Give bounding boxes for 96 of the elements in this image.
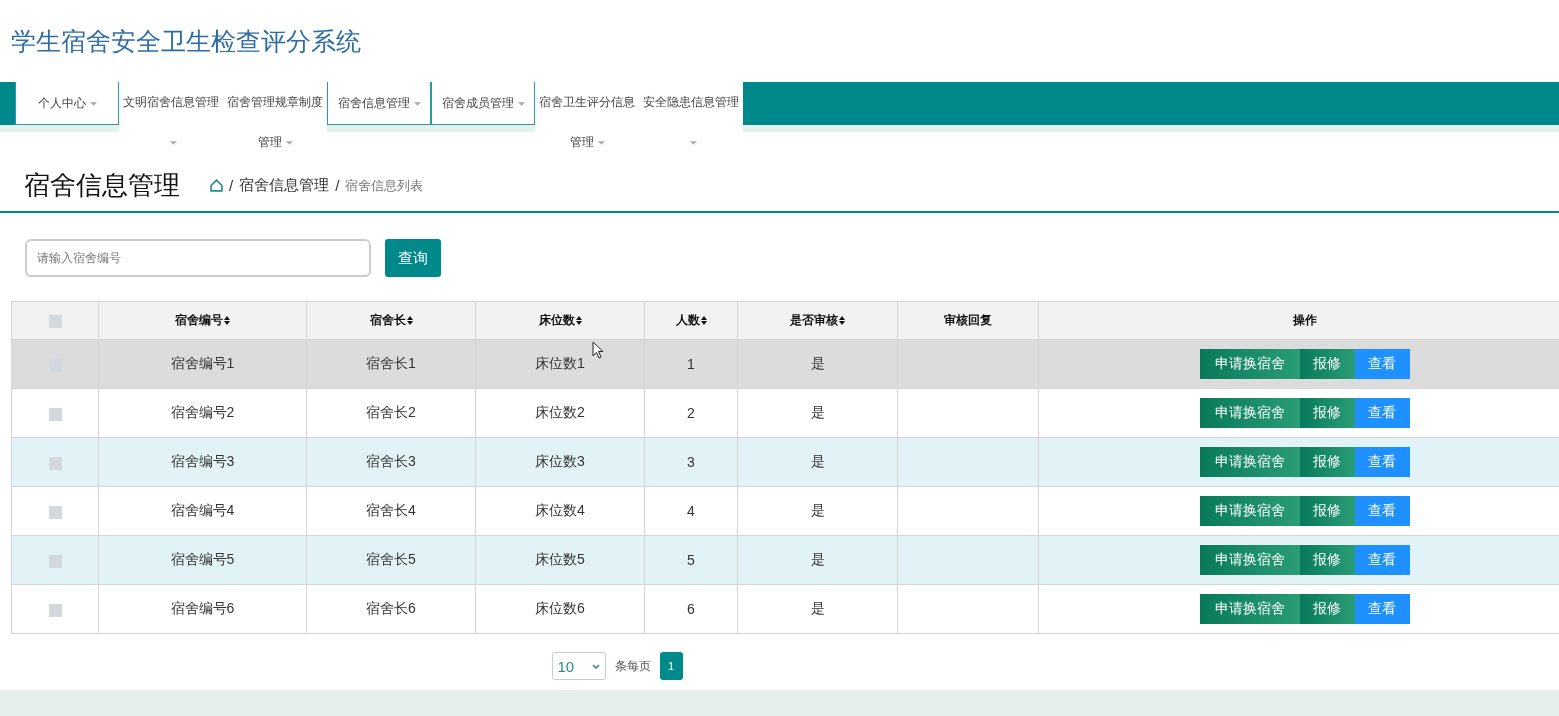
apply-button[interactable]: 申请换宿舍 [1199, 545, 1300, 575]
table-cell: 宿舍编号3 [170, 453, 235, 469]
table-row[interactable]: 宿舍编号4 宿舍长4 床位数4 4 是 申请换宿舍 报修 查看 [11, 486, 1559, 536]
table-cell: 宿舍长4 [366, 502, 416, 518]
search-field[interactable]: 请输入宿舍编号 [25, 239, 371, 277]
table-cell: 是 [810, 355, 825, 371]
page-button[interactable]: 1 [659, 652, 683, 680]
row-checkbox[interactable] [48, 407, 62, 421]
caret-icon [517, 101, 525, 106]
sort-icon[interactable] [224, 316, 230, 326]
table-cell: 宿舍编号5 [170, 551, 235, 567]
nav-menu-item[interactable]: 个人中心 [15, 82, 119, 125]
view-button[interactable]: 查看 [1354, 349, 1410, 379]
caret-icon [169, 140, 177, 145]
view-button[interactable]: 查看 [1354, 496, 1410, 526]
view-button[interactable]: 查看 [1354, 545, 1410, 575]
column-header[interactable]: 是否审核 [790, 313, 838, 327]
page-title: 宿舍信息管理 [24, 169, 180, 202]
column-header: 操作 [1292, 313, 1317, 327]
table-cell: 床位数5 [535, 551, 585, 567]
nav-menu-item[interactable]: 宿舍信息管理 [327, 82, 431, 125]
table-cell: 床位数3 [535, 453, 585, 469]
column-header[interactable]: 床位数 [538, 313, 575, 327]
row-checkbox[interactable] [48, 603, 62, 617]
table-row[interactable]: 宿舍编号3 宿舍长3 床位数3 3 是 申请换宿舍 报修 查看 [11, 437, 1559, 487]
caret-icon [89, 101, 97, 106]
breadcrumb-item[interactable]: 宿舍信息管理 [239, 176, 330, 195]
table-cell: 床位数4 [535, 502, 585, 518]
mouse-pointer-icon [592, 341, 604, 359]
table-cell: 是 [810, 502, 825, 518]
caret-icon [689, 140, 697, 145]
view-button[interactable]: 查看 [1354, 447, 1410, 477]
apply-button[interactable]: 申请换宿舍 [1199, 398, 1300, 428]
per-page-label: 条每页 [614, 657, 651, 675]
page-size-select[interactable]: 10 [551, 652, 606, 680]
table-cell: 宿舍长2 [366, 404, 416, 420]
table-cell: 是 [810, 551, 825, 567]
table-cell: 宿舍长1 [366, 355, 416, 371]
apply-button[interactable]: 申请换宿舍 [1199, 447, 1300, 477]
table-cell: 床位数6 [535, 600, 585, 616]
repair-button[interactable]: 报修 [1299, 398, 1355, 428]
table-cell: 4 [687, 503, 695, 519]
repair-button[interactable]: 报修 [1299, 545, 1355, 575]
search-button[interactable]: 查询 [385, 239, 441, 277]
sort-icon[interactable] [839, 316, 845, 326]
breadcrumb-item: 宿舍信息列表 [345, 176, 424, 195]
table-cell: 是 [810, 453, 825, 469]
repair-button[interactable]: 报修 [1299, 349, 1355, 379]
table-cell: 2 [687, 405, 695, 421]
apply-button[interactable]: 申请换宿舍 [1199, 496, 1300, 526]
sort-icon[interactable] [700, 316, 707, 326]
table-cell: 宿舍长6 [366, 600, 416, 616]
table-row[interactable]: 宿舍编号2 宿舍长2 床位数2 2 是 申请换宿舍 报修 查看 [11, 388, 1559, 438]
caret-icon [285, 140, 293, 145]
row-checkbox[interactable] [48, 505, 62, 519]
repair-button[interactable]: 报修 [1299, 594, 1355, 624]
table-cell: 3 [687, 454, 695, 470]
table-cell: 6 [687, 601, 695, 617]
repair-button[interactable]: 报修 [1299, 496, 1355, 526]
table-cell: 床位数2 [535, 404, 585, 420]
table-cell: 宿舍编号2 [170, 404, 235, 420]
table-cell: 宿舍长3 [366, 453, 416, 469]
table-cell: 宿舍编号1 [170, 355, 235, 371]
table-cell: 1 [687, 356, 695, 372]
breadcrumb-separator: / [335, 177, 340, 194]
table-cell: 是 [810, 600, 825, 616]
table-row[interactable]: 宿舍编号6 宿舍长6 床位数6 6 是 申请换宿舍 报修 查看 [11, 584, 1559, 634]
table-cell: 宿舍编号6 [170, 600, 235, 616]
view-button[interactable]: 查看 [1354, 398, 1410, 428]
column-header: 审核回复 [944, 313, 992, 327]
view-button[interactable]: 查看 [1354, 594, 1410, 624]
table-cell: 是 [810, 404, 825, 420]
apply-button[interactable]: 申请换宿舍 [1199, 594, 1300, 624]
table-cell: 床位数1 [535, 355, 585, 371]
caret-icon [413, 101, 421, 106]
sort-icon[interactable] [575, 316, 582, 326]
nav-menu-item[interactable]: 宿舍成员管理 [431, 82, 535, 125]
column-header[interactable]: 宿舍编号 [175, 313, 223, 327]
table-row[interactable]: 宿舍编号1 宿舍长1 床位数1 1 是 申请换宿舍 报修 查看 [11, 339, 1559, 389]
breadcrumb-separator: / [229, 177, 234, 194]
home-icon[interactable] [210, 179, 223, 192]
app-title: 学生宿舍安全卫生检查评分系统 [11, 25, 361, 57]
select-all-checkbox[interactable] [48, 314, 62, 328]
sort-icon[interactable] [406, 316, 413, 326]
table-row[interactable]: 宿舍编号5 宿舍长5 床位数5 5 是 申请换宿舍 报修 查看 [11, 535, 1559, 585]
row-checkbox[interactable] [48, 554, 62, 568]
column-header[interactable]: 人数 [675, 313, 700, 327]
apply-button[interactable]: 申请换宿舍 [1199, 349, 1300, 379]
caret-icon [597, 140, 605, 145]
row-checkbox[interactable] [48, 456, 62, 470]
table-cell: 宿舍长5 [366, 551, 416, 567]
column-header[interactable]: 宿舍长 [369, 313, 406, 327]
chevron-icon [591, 663, 600, 669]
repair-button[interactable]: 报修 [1299, 447, 1355, 477]
table-cell: 宿舍编号4 [170, 502, 235, 518]
table-cell: 5 [687, 552, 695, 568]
